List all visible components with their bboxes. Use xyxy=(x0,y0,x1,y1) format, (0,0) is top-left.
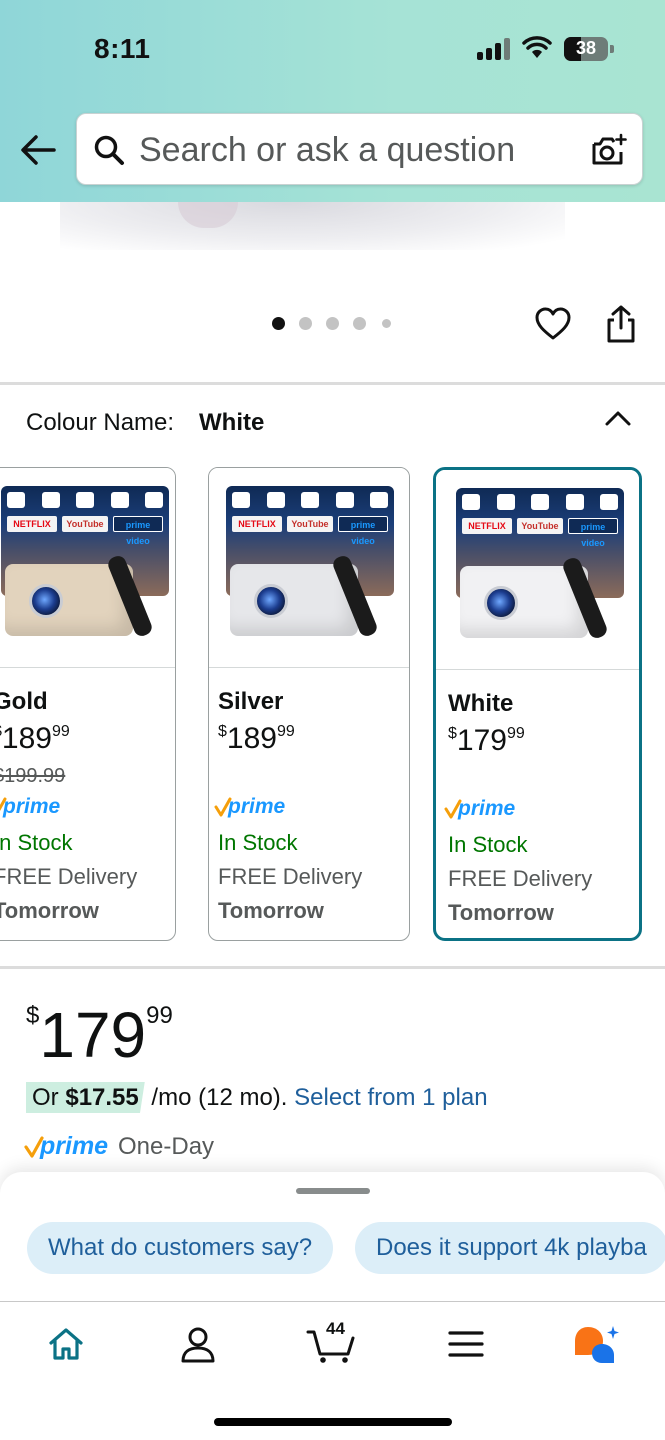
variant-stock: In Stock xyxy=(218,830,298,855)
home-icon[interactable] xyxy=(46,1324,86,1364)
variant-delivery: FREE Delivery xyxy=(218,864,363,889)
search-input[interactable] xyxy=(139,124,569,176)
sheet-grabber[interactable] xyxy=(296,1188,370,1194)
account-icon[interactable] xyxy=(178,1324,218,1364)
variant-card-white[interactable]: NETFLIX YouTube prime video White $17999… xyxy=(433,467,642,941)
menu-icon[interactable] xyxy=(446,1324,486,1364)
variant-image: NETFLIX YouTube prime video xyxy=(209,468,409,668)
product-price: $17999 xyxy=(26,998,173,1072)
select-plan-link[interactable]: Select from 1 plan xyxy=(294,1084,487,1111)
prime-logo-icon: prime xyxy=(214,795,286,818)
variant-image: NETFLIX YouTube prime video xyxy=(436,470,639,670)
cart-count: 44 xyxy=(326,1319,345,1338)
projector-lens xyxy=(254,584,288,618)
variant-price: $18999 xyxy=(218,722,295,755)
product-image[interactable] xyxy=(60,202,565,250)
variant-delivery: FREE Delivery xyxy=(0,864,138,889)
prime-video-text: prime video xyxy=(113,516,163,546)
variant-delivery: FREE Delivery xyxy=(448,866,593,891)
variant-price: $18999 xyxy=(0,722,70,755)
svg-text:prime: prime xyxy=(227,795,286,818)
heart-icon[interactable] xyxy=(534,305,572,343)
prime-one-day: prime One-Day xyxy=(24,1132,214,1162)
variant-stock: In Stock xyxy=(0,830,73,855)
cellular-signal-icon xyxy=(477,38,511,60)
battery-level: 38 xyxy=(575,38,597,58)
price-fraction: 99 xyxy=(146,1002,173,1029)
svg-text:prime: prime xyxy=(2,795,61,818)
installment-offer: Or $17.55 /mo (12 mo). Select from 1 pla… xyxy=(26,1082,488,1113)
netflix-text: NETFLIX xyxy=(462,518,512,534)
netflix-text: NETFLIX xyxy=(7,516,57,532)
section-divider xyxy=(0,966,665,969)
installment-amount: $17.55 xyxy=(65,1084,139,1111)
prime-video-text: prime video xyxy=(568,518,618,548)
suggestion-chip[interactable]: Does it support 4k playba xyxy=(355,1222,665,1274)
search-bar[interactable] xyxy=(76,113,643,185)
back-arrow-icon[interactable] xyxy=(18,132,58,168)
camera-icon[interactable] xyxy=(590,132,628,168)
youtube-text: YouTube xyxy=(62,516,108,532)
wifi-icon xyxy=(522,36,552,58)
price-currency: $ xyxy=(26,1002,40,1029)
share-icon[interactable] xyxy=(602,304,640,344)
youtube-text: YouTube xyxy=(287,516,333,532)
header: 8:11 38 xyxy=(0,0,665,202)
variant-delivery-day: Tomorrow xyxy=(448,900,554,925)
installment-prefix: Or xyxy=(32,1084,59,1111)
variant-delivery-day: Tomorrow xyxy=(0,898,99,923)
rufus-assistant-icon[interactable] xyxy=(572,1324,620,1364)
status-time: 8:11 xyxy=(94,33,151,64)
price-whole: 179 xyxy=(39,999,147,1071)
installment-pill: Or $17.55 xyxy=(26,1082,145,1113)
variant-name: Silver xyxy=(218,688,284,715)
prime-logo-icon: prime xyxy=(444,797,516,820)
section-divider xyxy=(0,382,665,385)
netflix-text: NETFLIX xyxy=(232,516,282,532)
chevron-up-icon[interactable] xyxy=(603,406,633,430)
variant-delivery-day: Tomorrow xyxy=(218,898,324,923)
variant-card-gold[interactable]: NETFLIX YouTube prime video Gold $18999 … xyxy=(0,467,176,941)
variant-stock: In Stock xyxy=(448,832,528,857)
tab-bar: 44 xyxy=(0,1301,665,1440)
variant-name: White xyxy=(448,690,514,717)
variant-card-silver[interactable]: NETFLIX YouTube prime video Silver $1899… xyxy=(208,467,410,941)
prime-text: prime xyxy=(39,1132,108,1160)
one-day-label: One-Day xyxy=(118,1133,215,1160)
youtube-text: YouTube xyxy=(517,518,563,534)
colour-selected-value: White xyxy=(199,409,265,436)
search-icon xyxy=(94,135,124,165)
battery-icon: 38 xyxy=(564,37,614,61)
variant-price: $17999 xyxy=(448,724,525,757)
projector-lens xyxy=(484,586,518,620)
prime-logo-icon: prime xyxy=(24,1132,108,1160)
svg-text:prime: prime xyxy=(457,797,516,820)
variant-old-price: $199.99 xyxy=(0,765,66,787)
prime-video-text: prime video xyxy=(338,516,388,546)
suggestion-chip[interactable]: What do customers say? xyxy=(27,1222,334,1274)
variant-name: Gold xyxy=(0,688,48,715)
installment-term: /mo (12 mo). xyxy=(151,1084,288,1111)
prime-logo-icon: prime xyxy=(0,795,61,818)
colour-label: Colour Name: xyxy=(26,409,175,436)
variant-image: NETFLIX YouTube prime video xyxy=(0,468,175,668)
projector-lens xyxy=(29,584,63,618)
home-indicator xyxy=(214,1418,452,1426)
